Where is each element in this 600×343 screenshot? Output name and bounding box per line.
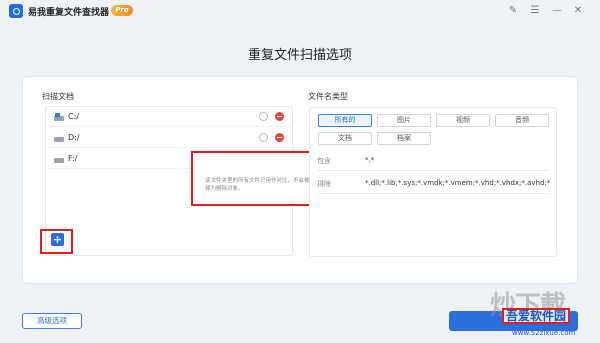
divider xyxy=(317,193,549,194)
compare-only-radio[interactable] xyxy=(259,133,268,142)
app-logo-icon xyxy=(9,4,23,18)
compare-only-radio[interactable] xyxy=(259,112,268,121)
drive-label: F:/ xyxy=(68,154,78,163)
exclude-input[interactable]: *.dll;*.lib;*.sys;*.vmdk;*.vmem;*.vhd;*.… xyxy=(365,179,551,187)
drive-row-d[interactable]: D:/ xyxy=(46,128,292,148)
page-title: 重复文件扫描选项 xyxy=(247,48,352,63)
scan-docs-label: 扫描文档 xyxy=(42,92,74,101)
type-chip-documents[interactable]: 文档 xyxy=(318,132,372,145)
exclude-label: 排除 xyxy=(317,180,331,188)
pro-badge: Pro xyxy=(111,5,133,16)
title-bar: 易我重复文件查找器 Pro ✎ ☰ — ✕ xyxy=(0,0,600,22)
watermark-site-name: 吾爱软件园 xyxy=(502,308,571,324)
watermark-url: www.52zixue.com xyxy=(512,329,576,337)
drive-label: D:/ xyxy=(68,133,80,142)
close-icon[interactable]: ✕ xyxy=(572,5,584,17)
minimize-icon[interactable]: — xyxy=(551,5,563,17)
remove-drive-icon[interactable] xyxy=(275,133,284,142)
divider xyxy=(317,170,549,171)
include-label: 包含 xyxy=(317,157,331,165)
type-chip-audio[interactable]: 音频 xyxy=(495,114,549,127)
drive-icon xyxy=(54,134,64,142)
advanced-options-button[interactable]: 高级选项 xyxy=(22,313,82,329)
type-chip-video[interactable]: 视频 xyxy=(436,114,490,127)
drive-row-c[interactable]: C:/ xyxy=(46,107,292,127)
menu-icon[interactable]: ☰ xyxy=(529,5,541,17)
tooltip-text: 该文件夹里的所有文件只用作对比，不会被选择为删除对象。 xyxy=(205,178,316,192)
app-title: 易我重复文件查找器 xyxy=(28,8,110,18)
drive-label: C:/ xyxy=(68,112,79,121)
drive-icon xyxy=(54,155,64,163)
add-folder-button[interactable]: + xyxy=(51,233,64,246)
compare-only-tooltip: 该文件夹里的所有文件只用作对比，不会被选择为删除对象。 xyxy=(191,151,316,206)
site-watermark: 炒下載 吾爱软件园 www.52zixue.com xyxy=(490,283,600,343)
type-chip-all[interactable]: 所有的 xyxy=(318,114,372,127)
feedback-icon[interactable]: ✎ xyxy=(507,5,519,17)
type-chip-images[interactable]: 图片 xyxy=(377,114,431,127)
file-types-label: 文件名类型 xyxy=(308,92,348,101)
remove-drive-icon[interactable] xyxy=(275,112,284,121)
windows-drive-icon xyxy=(54,113,64,121)
type-chip-archives[interactable]: 档案 xyxy=(377,132,431,145)
include-input[interactable]: *.* xyxy=(365,156,545,164)
